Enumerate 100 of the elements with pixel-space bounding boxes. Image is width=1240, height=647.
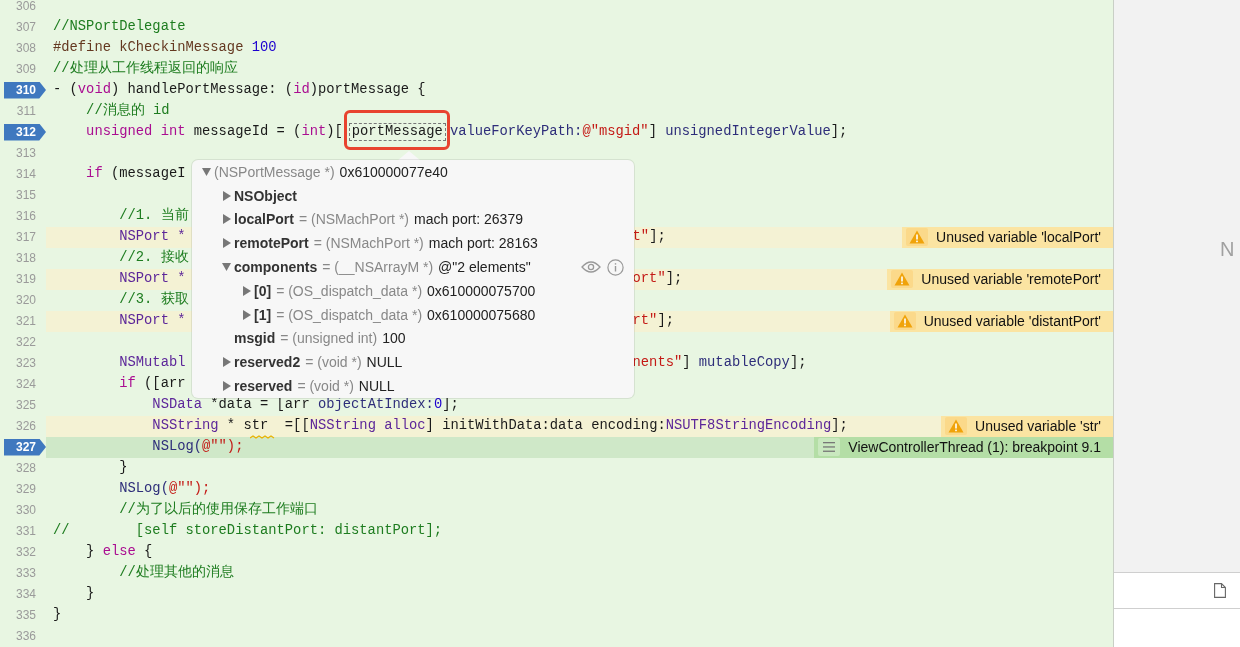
variable-name: reserved <box>234 378 293 395</box>
collapse-triangle-icon[interactable] <box>202 166 211 177</box>
variable-type: = (NSMachPort *) <box>313 235 424 252</box>
variable-value: 0x610000075700 <box>427 282 536 299</box>
annotation-text: ViewControllerThread (1): breakpoint 9.1 <box>848 439 1101 455</box>
warning-icon <box>948 419 965 433</box>
variable-type: = (OS_dispatch_data *) <box>276 282 423 299</box>
annotation-text: Unused variable 'remotePort' <box>921 271 1101 287</box>
code-line: //NSPortDelegate <box>53 18 186 36</box>
variable-type: = (unsigned int) <box>280 330 378 347</box>
variable-name: [1] <box>254 306 272 323</box>
line-number: 313 <box>15 146 37 160</box>
line-number: 319 <box>15 272 37 286</box>
list-icon <box>823 442 836 452</box>
collapse-triangle-icon[interactable] <box>222 262 231 273</box>
expand-triangle-icon[interactable] <box>222 214 231 225</box>
variable-type: (NSPortMessage *) <box>214 163 335 180</box>
expand-triangle-icon[interactable] <box>222 190 231 201</box>
code-line: unsigned int messageId = (int)[ portMessage valueForKeyPath:@"msgid"] unsignedIntegerValue]; <box>85 123 848 141</box>
code-line: NSLog(@""); <box>151 438 244 456</box>
breakpoint-marker[interactable]: 310 <box>4 81 46 99</box>
line-number: 311 <box>16 104 37 118</box>
info-icon[interactable] <box>607 258 624 276</box>
variable-value: mach port: 28163 <box>428 235 538 252</box>
line-number: 335 <box>15 608 37 622</box>
line-number: 329 <box>15 482 37 496</box>
code-line: } <box>85 585 95 603</box>
expand-triangle-icon[interactable] <box>242 309 251 320</box>
code-line: NSPort * <box>118 270 186 288</box>
line-number: 336 <box>15 629 37 643</box>
code-line: if (messageI <box>85 165 186 183</box>
variable-name: [0] <box>254 282 272 299</box>
variable-name: components <box>234 259 318 276</box>
code-line: NSMutabl <box>118 354 186 372</box>
line-number: 309 <box>15 62 37 76</box>
line-number: 315 <box>15 188 37 202</box>
line-number: 326 <box>15 419 37 433</box>
variable-value: @"2 elements" <box>438 259 531 276</box>
code-line: } <box>118 459 128 477</box>
line-number: 316 <box>15 209 37 223</box>
breakpoint-marker[interactable]: 312 <box>4 123 46 141</box>
variable-name: remotePort <box>234 235 309 252</box>
code-line: } <box>53 606 62 624</box>
warning-icon <box>894 272 911 286</box>
line-number: 324 <box>15 377 37 391</box>
variable-value: 0x610000075680 <box>427 306 536 323</box>
placeholder-text: N <box>1220 238 1235 260</box>
line-number: 331 <box>15 524 37 538</box>
file-icon[interactable] <box>1214 583 1226 598</box>
annotation-text: Unused variable 'str' <box>975 418 1101 434</box>
expand-triangle-icon[interactable] <box>222 357 231 368</box>
line-number: 325 <box>15 398 37 412</box>
line-number: 320 <box>15 293 37 307</box>
line-number: 323 <box>15 356 37 370</box>
code-line: //3. 获取 <box>118 291 189 309</box>
eye-icon[interactable] <box>581 260 601 275</box>
expand-triangle-icon[interactable] <box>222 381 231 392</box>
variable-type: = (void *) <box>305 354 362 371</box>
code-fragment: nents"] mutableCopy]; <box>632 354 807 372</box>
line-number: 332 <box>15 545 37 559</box>
code-line: //2. 接收 <box>118 249 189 267</box>
variable-name: reserved2 <box>234 354 301 371</box>
breakpoint-marker[interactable]: 327 <box>4 438 46 456</box>
code-line: NSPort * <box>118 312 186 330</box>
line-number: 317 <box>15 230 37 244</box>
line-number: 314 <box>15 167 37 181</box>
code-line: // [self storeDistantPort: distantPort]; <box>53 522 443 540</box>
code-line: #define kCheckinMessage 100 <box>53 39 277 57</box>
code-line: //处理其他的消息 <box>118 564 234 582</box>
line-number: 307 <box>15 20 37 34</box>
warning-icon <box>896 314 913 328</box>
code-line: } else { <box>85 543 153 561</box>
annotation-text: Unused variable 'distantPort' <box>923 313 1101 329</box>
code-line: //为了以后的使用保存工作端口 <box>118 501 318 519</box>
variable-value: NULL <box>366 354 403 371</box>
code-fragment: ort"]; <box>632 270 683 288</box>
code-line: //1. 当前 <box>118 207 189 225</box>
code-fragment: t"]; <box>632 228 666 246</box>
line-number: 318 <box>15 251 37 265</box>
expand-triangle-icon[interactable] <box>222 238 231 249</box>
variable-type: = (OS_dispatch_data *) <box>276 306 423 323</box>
line-number: 328 <box>15 461 37 475</box>
line-number: 322 <box>15 335 37 349</box>
code-line: NSLog(@""); <box>118 480 211 498</box>
variable-type: = (void *) <box>297 378 354 395</box>
variable-value: 100 <box>382 330 406 347</box>
variable-name: localPort <box>234 211 294 228</box>
code-line: - (void) handlePortMessage: (id)portMessage { <box>53 81 426 99</box>
variable-value: 0x610000077e40 <box>339 163 448 180</box>
variable-value: mach port: 26379 <box>414 211 523 228</box>
code-fragment: rt"]; <box>632 312 674 330</box>
annotation-text: Unused variable 'localPort' <box>936 229 1101 245</box>
code-line: NSString * str =[[NSString alloc] initWithData:data encoding:NSUTF8StringEncoding]; <box>151 417 848 435</box>
line-number: 306 <box>15 0 37 13</box>
variable-type: = (NSMachPort *) <box>298 211 409 228</box>
variable-name: NSObject <box>234 187 297 204</box>
warning-squiggle <box>250 435 276 439</box>
variable-type: = (__NSArrayM *) <box>322 259 434 276</box>
expand-triangle-icon[interactable] <box>242 285 251 296</box>
line-number: 334 <box>15 587 37 601</box>
